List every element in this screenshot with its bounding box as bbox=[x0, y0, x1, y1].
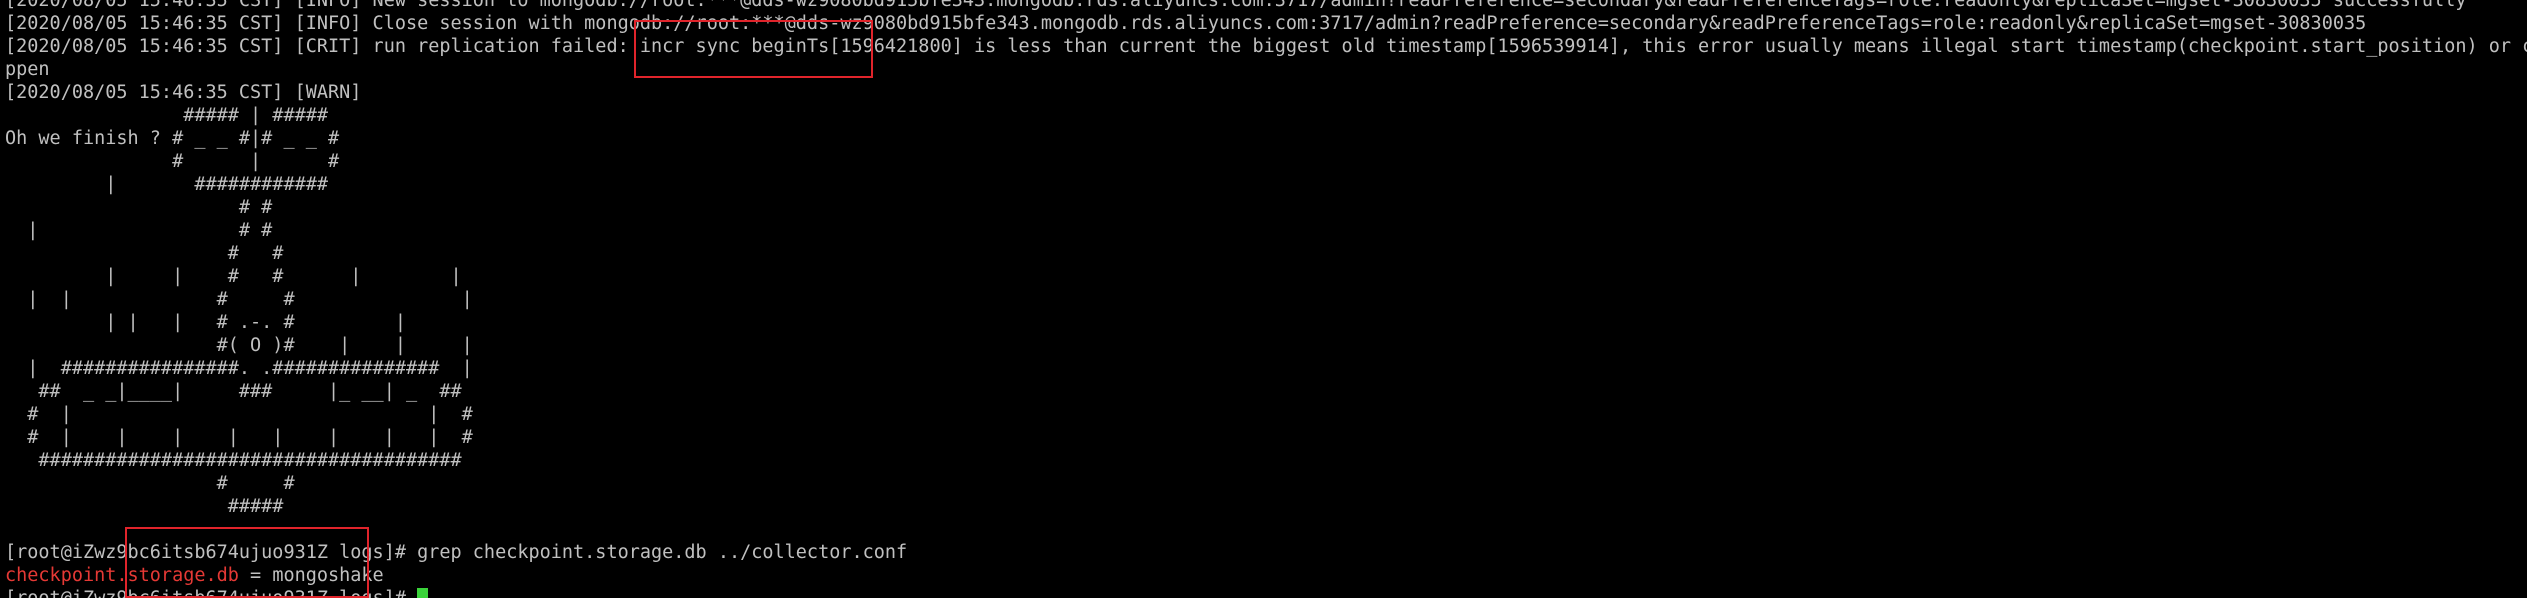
log-line: ppen bbox=[5, 59, 50, 80]
terminal-output: [2020/08/05 15:46:35 CST] [INFO] New ses… bbox=[5, 0, 2527, 598]
command-result: checkpoint.storage.db = mongoshake bbox=[5, 564, 2527, 587]
ascii-art-line: ##### | ##### bbox=[5, 105, 329, 126]
ascii-art-line: ###################################### bbox=[5, 450, 462, 471]
ascii-art-line: | # # bbox=[5, 220, 273, 241]
ascii-art-line: # | | # bbox=[5, 404, 473, 425]
config-value: = mongoshake bbox=[238, 565, 384, 586]
cursor-block bbox=[417, 588, 429, 598]
ascii-art-line: #( O )# | | | bbox=[5, 335, 473, 356]
prompt-text: [root@iZwz9bc6itsb674ujuo931Z logs]# bbox=[5, 588, 417, 598]
ascii-art-line: | ############ bbox=[5, 174, 329, 195]
ascii-art-line: | | # # | bbox=[5, 289, 473, 310]
ascii-art-line: | | | # .-. # | bbox=[5, 312, 406, 333]
command-line: [root@iZwz9bc6itsb674ujuo931Z logs]# gre… bbox=[5, 542, 908, 563]
ascii-art-line: ## _ _|____| ### |_ __| _ ## bbox=[5, 381, 462, 402]
log-line: [2020/08/05 15:46:35 CST] [WARN] bbox=[5, 82, 362, 103]
ascii-art-line: # # bbox=[5, 197, 273, 218]
ascii-art-line: Oh we finish ? # _ _ #|# _ _ # bbox=[5, 128, 340, 149]
ascii-art-line: | | # # | | bbox=[5, 266, 462, 287]
log-line: [2020/08/05 15:46:35 CST] [INFO] New ses… bbox=[5, 0, 2467, 11]
ascii-art-line: ##### bbox=[5, 496, 284, 517]
ascii-art-line: | ################. .############### | bbox=[5, 358, 473, 379]
log-line: [2020/08/05 15:46:35 CST] [CRIT] run rep… bbox=[5, 36, 2527, 57]
terminal-window[interactable]: [2020/08/05 15:46:35 CST] [INFO] New ses… bbox=[0, 0, 2527, 598]
ascii-art-line: # | # bbox=[5, 151, 340, 172]
ascii-art-line: # # bbox=[5, 473, 295, 494]
config-key: checkpoint.storage.db bbox=[5, 565, 239, 586]
active-prompt[interactable]: [root@iZwz9bc6itsb674ujuo931Z logs]# bbox=[5, 587, 2527, 598]
ascii-art-line: # # bbox=[5, 243, 284, 264]
log-line: [2020/08/05 15:46:35 CST] [INFO] Close s… bbox=[5, 13, 2367, 34]
ascii-art-line: # | | | | | | | | # bbox=[5, 427, 473, 448]
